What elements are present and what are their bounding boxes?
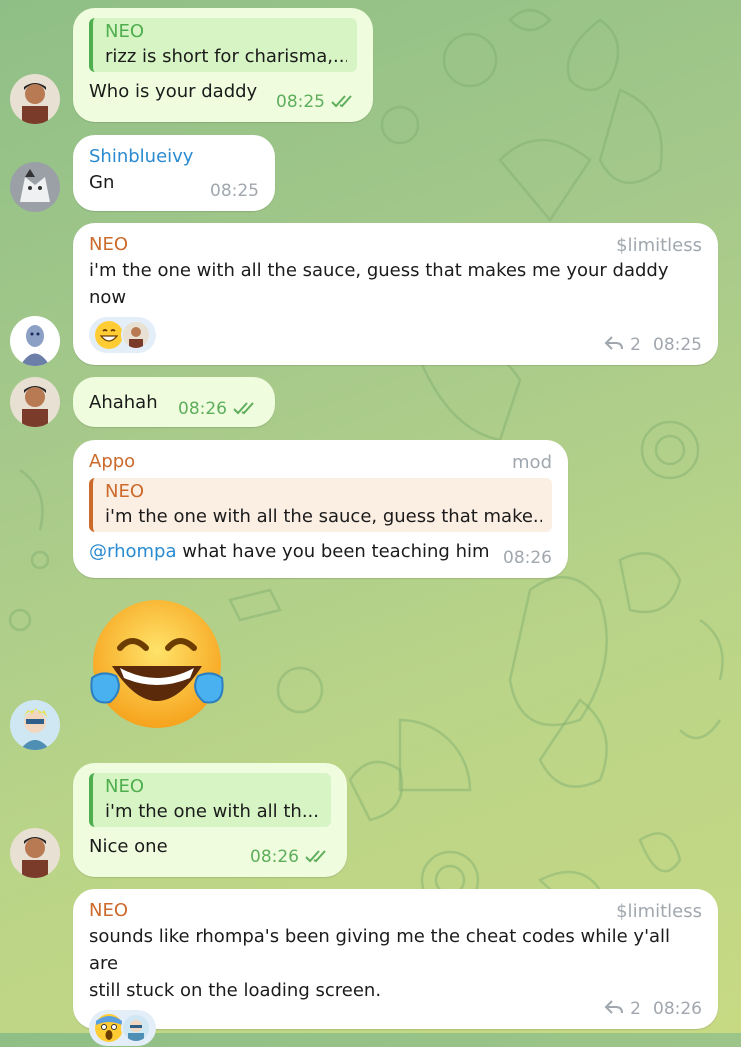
sticker-laughing-tears-emoji[interactable] bbox=[82, 598, 232, 733]
message-text: i'm the one with all the sauce, guess th… bbox=[89, 257, 702, 311]
message-meta: 08:25 bbox=[210, 181, 259, 201]
message-meta: 2 08:26 bbox=[604, 999, 702, 1019]
reactor-avatar bbox=[121, 1013, 151, 1043]
reply-count[interactable]: 2 bbox=[630, 999, 641, 1019]
quote-text: i'm the one with all the sauce, guess th… bbox=[105, 506, 542, 527]
grinning-emoji-icon bbox=[95, 321, 123, 349]
read-checkmarks-icon bbox=[331, 93, 357, 112]
sender-title: mod bbox=[512, 452, 552, 473]
message-text: @rhompa what have you been teaching him bbox=[89, 538, 552, 565]
avatar-rhompa[interactable] bbox=[10, 74, 60, 124]
reaction-chip[interactable] bbox=[89, 1010, 156, 1046]
message-meta: 08:26 bbox=[178, 399, 259, 419]
quote-sender: NEO bbox=[105, 21, 145, 42]
sender-name[interactable]: Shinblueivy bbox=[89, 145, 259, 169]
message-text: sounds like rhompa's been giving me the … bbox=[89, 923, 702, 1004]
message-meta: 08:25 bbox=[276, 92, 357, 112]
reply-arrow-icon[interactable] bbox=[604, 999, 624, 1019]
read-checkmarks-icon bbox=[305, 848, 331, 867]
reply-quote[interactable]: NEO rizz is short for charisma,... bbox=[89, 18, 357, 72]
message-time: 08:26 bbox=[250, 847, 299, 867]
message-bubble[interactable]: NEO i'm the one with all th... Nice one … bbox=[73, 763, 347, 877]
reply-count[interactable]: 2 bbox=[630, 335, 641, 355]
quote-text: rizz is short for charisma,... bbox=[105, 46, 347, 67]
reply-quote[interactable]: NEO i'm the one with all th... bbox=[89, 773, 331, 827]
reaction-chip[interactable] bbox=[89, 317, 156, 353]
message-bubble[interactable]: NEO rizz is short for charisma,... Who i… bbox=[73, 8, 373, 122]
message-bubble[interactable]: Ahahah 08:26 bbox=[73, 377, 275, 427]
message-bubble[interactable]: NEO $limitless i'm the one with all the … bbox=[73, 223, 718, 365]
message-time: 08:25 bbox=[210, 181, 259, 201]
avatar-shinblueivy[interactable] bbox=[10, 162, 60, 212]
sender-title: $limitless bbox=[616, 235, 702, 256]
reply-quote[interactable]: NEO i'm the one with all the sauce, gues… bbox=[89, 478, 552, 532]
user-mention-link[interactable]: @rhompa bbox=[89, 541, 177, 562]
sender-name[interactable]: NEO bbox=[89, 233, 702, 257]
message-text-line: i'm the one with all the sauce, guess th… bbox=[89, 260, 669, 281]
message-meta: 2 08:25 bbox=[604, 335, 702, 355]
reactor-avatar bbox=[121, 320, 151, 350]
message-time: 08:26 bbox=[178, 399, 227, 419]
message-text: Ahahah bbox=[89, 392, 158, 413]
message-bubble[interactable]: Shinblueivy Gn 08:25 bbox=[73, 135, 275, 211]
sender-name[interactable]: Appo bbox=[89, 450, 552, 474]
sender-name[interactable]: NEO bbox=[89, 899, 702, 923]
message-meta: 08:26 bbox=[503, 548, 552, 568]
message-bubble[interactable]: Appo mod NEO i'm the one with all the sa… bbox=[73, 440, 568, 578]
avatar-rhompa[interactable] bbox=[10, 828, 60, 878]
avatar-neo[interactable] bbox=[10, 316, 60, 366]
message-meta: 08:26 bbox=[250, 847, 331, 867]
message-text-body: what have you been teaching him bbox=[176, 541, 490, 562]
message-text-line: sounds like rhompa's been giving me the … bbox=[89, 926, 671, 974]
message-time: 08:25 bbox=[276, 92, 325, 112]
quote-text: i'm the one with all th... bbox=[105, 801, 319, 822]
sender-title: $limitless bbox=[616, 901, 702, 922]
message-time: 08:26 bbox=[653, 999, 702, 1019]
avatar-rhompa[interactable] bbox=[10, 377, 60, 427]
quote-sender: NEO bbox=[105, 481, 145, 502]
message-text-line: now bbox=[89, 287, 127, 308]
message-bubble[interactable]: NEO $limitless sounds like rhompa's been… bbox=[73, 889, 718, 1046]
message-time: 08:26 bbox=[503, 548, 552, 568]
quote-sender: NEO bbox=[105, 776, 145, 797]
read-checkmarks-icon bbox=[233, 400, 259, 419]
message-time: 08:25 bbox=[653, 335, 702, 355]
screaming-emoji-icon bbox=[95, 1014, 123, 1042]
reply-arrow-icon[interactable] bbox=[604, 335, 624, 355]
avatar-appo[interactable] bbox=[10, 700, 60, 750]
